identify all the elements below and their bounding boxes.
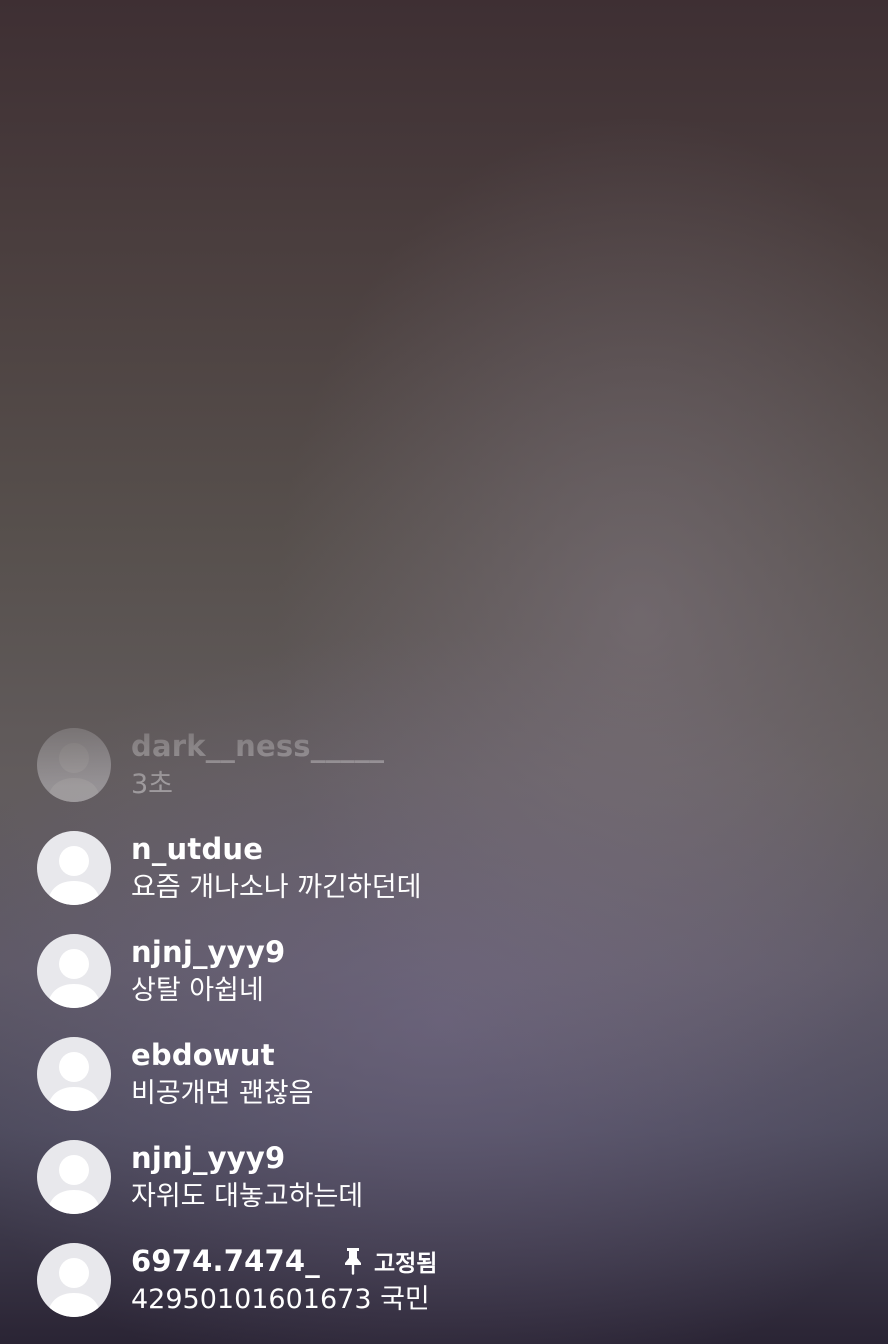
comment-message: 요즘 개나소나 까긴하던데	[131, 872, 422, 903]
username-row: 6974.7474_ 고정됨	[131, 1241, 868, 1281]
username-row: n_utdue	[131, 829, 868, 869]
comment-message: 3초	[131, 769, 174, 800]
live-video-background: dark__ness_____ 3초 n_utdue 요즘 개나소나 까긴하던데	[0, 0, 888, 1344]
comment-message: 상탈 아쉽네	[131, 975, 264, 1006]
comment-item[interactable]: n_utdue 요즘 개나소나 까긴하던데	[0, 827, 888, 930]
comment-username[interactable]: njnj_yyy9	[131, 1141, 285, 1175]
pinned-comment-item[interactable]: 6974.7474_ 고정됨 42950101601673 국민	[0, 1239, 888, 1342]
comment-item[interactable]: njnj_yyy9 상탈 아쉽네	[0, 930, 888, 1033]
live-comments-list[interactable]: dark__ness_____ 3초 n_utdue 요즘 개나소나 까긴하던데	[0, 724, 888, 1342]
comment-text-block: njnj_yyy9 상탈 아쉽네	[131, 932, 868, 1010]
avatar[interactable]	[37, 1243, 111, 1317]
comment-username[interactable]: ebdowut	[131, 1038, 275, 1072]
username-row: ebdowut	[131, 1035, 868, 1075]
username-row: njnj_yyy9	[131, 1138, 868, 1178]
comment-username[interactable]: 6974.7474_	[131, 1244, 320, 1278]
default-avatar-icon	[47, 1258, 101, 1317]
comment-text-block: njnj_yyy9 자위도 대놓고하는데	[131, 1138, 868, 1216]
default-avatar-icon	[47, 743, 101, 802]
comment-username[interactable]: n_utdue	[131, 832, 263, 866]
pinned-label: 고정됨	[373, 1251, 438, 1277]
comment-message: 자위도 대놓고하는데	[131, 1181, 364, 1212]
comment-text-block: 6974.7474_ 고정됨 42950101601673 국민	[131, 1241, 868, 1319]
comment-username[interactable]: njnj_yyy9	[131, 935, 285, 969]
pin-icon	[344, 1248, 361, 1275]
avatar[interactable]	[37, 1140, 111, 1214]
comment-message: 비공개면 괜찮음	[131, 1078, 314, 1109]
comment-text-block: dark__ness_____ 3초	[131, 726, 868, 804]
default-avatar-icon	[47, 949, 101, 1008]
comment-item[interactable]: njnj_yyy9 자위도 대놓고하는데	[0, 1136, 888, 1239]
comment-text-block: ebdowut 비공개면 괜찮음	[131, 1035, 868, 1113]
comment-item[interactable]: dark__ness_____ 3초	[0, 724, 888, 827]
avatar[interactable]	[37, 1037, 111, 1111]
username-row: njnj_yyy9	[131, 932, 868, 972]
comment-username[interactable]: dark__ness_____	[131, 729, 384, 763]
default-avatar-icon	[47, 1052, 101, 1111]
avatar[interactable]	[37, 934, 111, 1008]
default-avatar-icon	[47, 1155, 101, 1214]
comment-item[interactable]: ebdowut 비공개면 괜찮음	[0, 1033, 888, 1136]
username-row: dark__ness_____	[131, 726, 868, 766]
pinned-badge: 고정됨	[342, 1244, 437, 1278]
avatar[interactable]	[37, 728, 111, 802]
comment-message: 42950101601673 국민	[131, 1284, 430, 1315]
comment-text-block: n_utdue 요즘 개나소나 까긴하던데	[131, 829, 868, 907]
avatar[interactable]	[37, 831, 111, 905]
default-avatar-icon	[47, 846, 101, 905]
